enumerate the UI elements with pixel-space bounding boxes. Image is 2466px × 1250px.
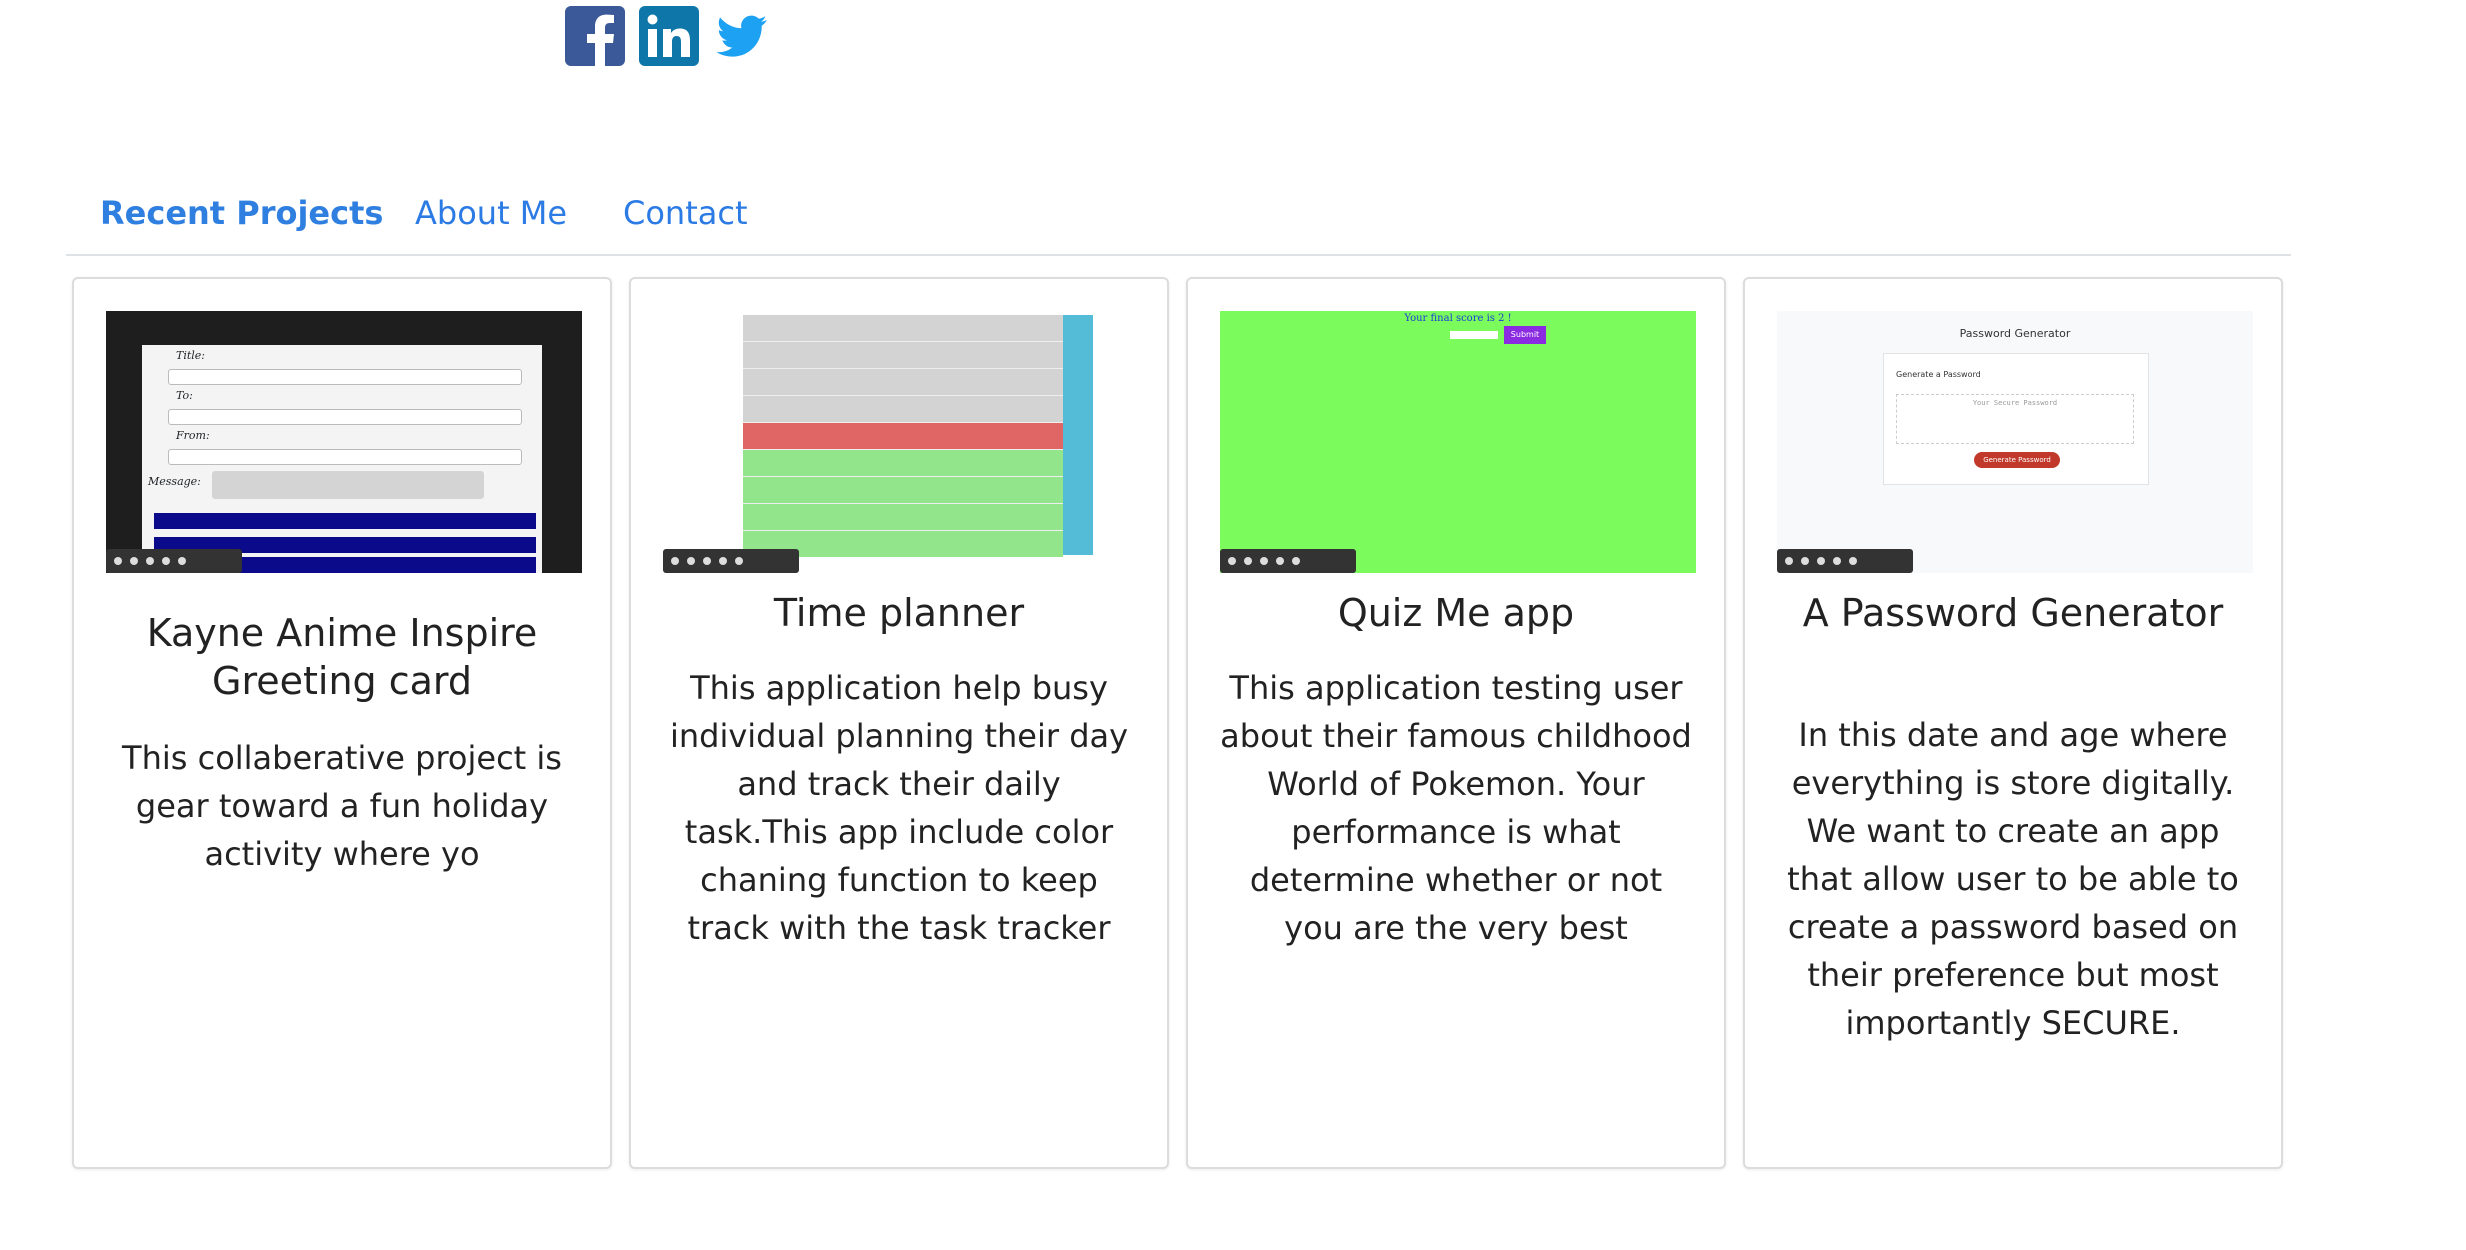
planner-save-column [1063,315,1093,555]
project-thumbnail[interactable] [663,311,1139,573]
planner-row-past [743,369,1063,396]
form-button [154,513,536,529]
password-output: Your Secure Password [1896,394,2134,444]
planner-row-future [743,450,1063,477]
project-card-password[interactable]: Password Generator Generate a Password Y… [1743,277,2283,1169]
project-title: Time planner [773,591,1025,635]
form-label-from: From: [176,429,210,442]
tab-contact[interactable]: Contact [623,180,748,246]
linkedin-icon[interactable] [639,6,699,66]
project-card-greeting[interactable]: Title: To: From: Message: Kayne Anime In… [72,277,612,1169]
tab-about-me[interactable]: About Me [415,180,567,246]
twitter-icon[interactable] [713,6,773,66]
social-links [565,6,773,66]
quiz-submit-button: Submit [1504,326,1546,344]
quiz-score-text: Your final score is 2 ! [1404,313,1512,324]
quiz-initials-input [1450,331,1498,339]
project-title: Quiz Me app [1337,591,1575,635]
password-heading: Password Generator [1959,327,2071,340]
password-subheading: Generate a Password [1896,370,1981,379]
planner-row-past [743,342,1063,369]
generate-password-button: Generate Password [1974,452,2060,468]
project-thumbnail[interactable]: Password Generator Generate a Password Y… [1777,311,2253,573]
project-description: In this date and age where everything is… [1787,716,2239,1042]
form-label-title: Title: [176,349,206,362]
project-thumbnail[interactable]: Your final score is 2 ! Submit [1220,311,1696,573]
project-title: A Password Generator [1802,591,2224,635]
form-label-message: Message: [148,475,201,488]
project-description: This application testing user about thei… [1220,669,1692,947]
project-card-time-planner[interactable]: Time planner This application help busy … [629,277,1169,1169]
form-textarea [212,471,484,499]
planner-row-present [743,423,1063,450]
zoom-toolbar [663,549,799,573]
form-input [168,409,522,425]
password-card: Generate a Password Your Secure Password… [1883,353,2149,485]
zoom-toolbar [106,549,242,573]
tab-recent-projects[interactable]: Recent Projects [100,180,383,246]
planner-rows [743,315,1063,557]
form-input [168,449,522,465]
zoom-toolbar [1777,549,1913,573]
form-label-to: To: [176,389,193,402]
planner-row-past [743,315,1063,342]
greeting-card-form: Title: To: From: Message: [142,345,542,573]
project-description: This application help busy individual pl… [669,669,1129,947]
project-thumbnail[interactable]: Title: To: From: Message: [106,311,582,573]
form-input [168,369,522,385]
planner-row-past [743,396,1063,423]
project-description: This collaberative project is gear towar… [122,739,562,873]
planner-row-future [743,504,1063,531]
project-card-quiz[interactable]: Your final score is 2 ! Submit Quiz Me a… [1186,277,1726,1169]
facebook-icon[interactable] [565,6,625,66]
project-title: Kayne Anime Inspire Greeting card [146,611,538,703]
project-tabs: Recent Projects About Me Contact [66,180,2291,256]
zoom-toolbar [1220,549,1356,573]
planner-row-future [743,477,1063,504]
